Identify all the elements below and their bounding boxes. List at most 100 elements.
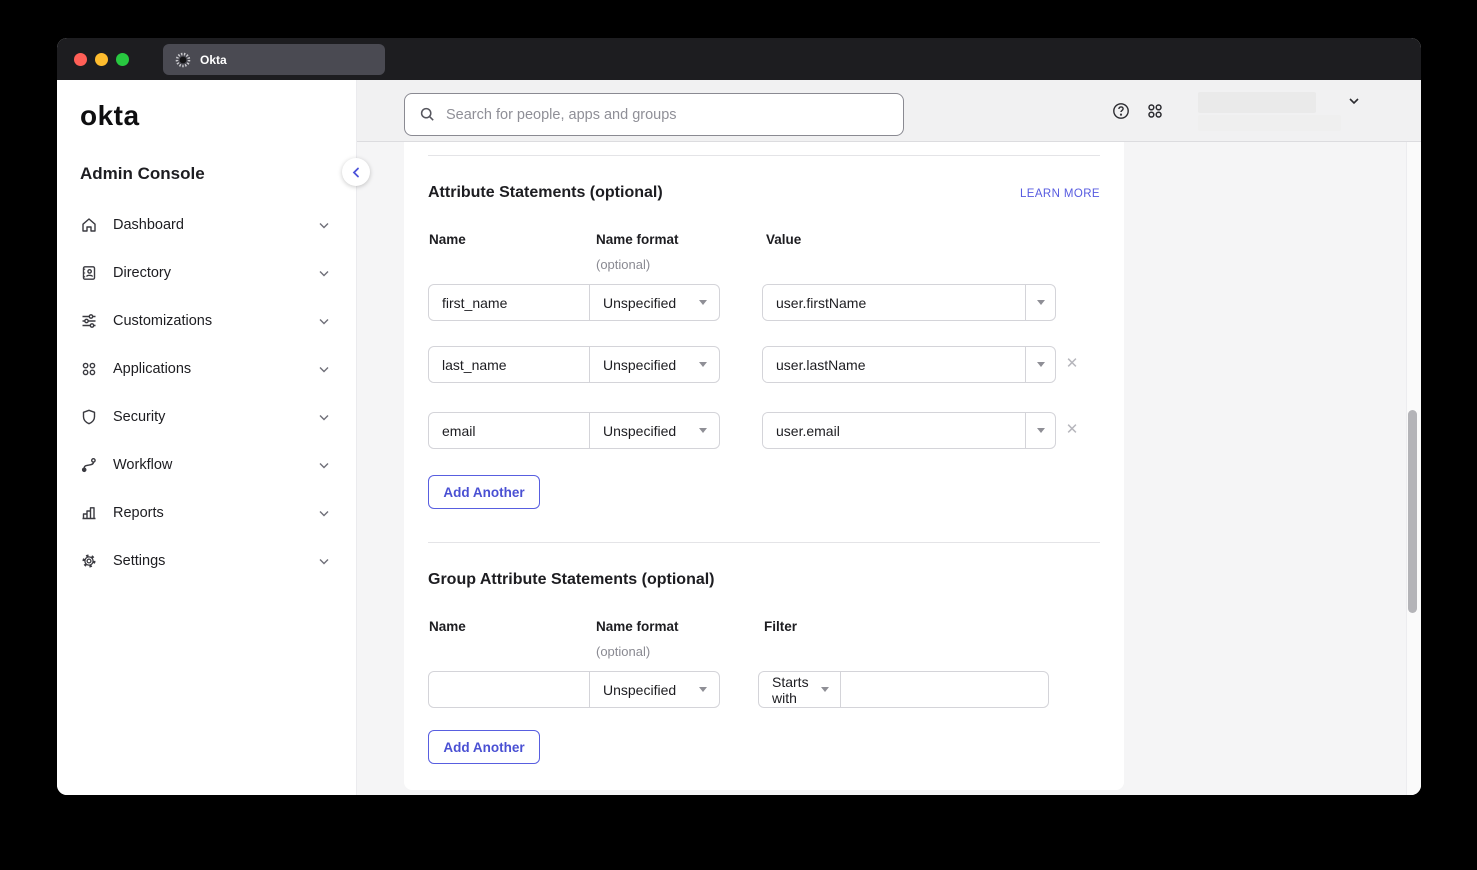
name-format-value: Unspecified — [603, 295, 676, 311]
sidebar-item-applications[interactable]: Applications — [57, 345, 356, 393]
chevron-down-icon — [318, 267, 330, 279]
filter-group: Starts with — [758, 671, 1049, 708]
directory-card-icon — [80, 264, 98, 282]
scrollbar-track[interactable] — [1406, 142, 1421, 795]
chevron-down-icon — [318, 507, 330, 519]
admin-console-title: Admin Console — [57, 164, 356, 184]
remove-row-button[interactable]: ✕ — [1062, 354, 1082, 374]
sidebar-item-security[interactable]: Security — [57, 393, 356, 441]
name-format-select[interactable]: Unspecified — [590, 672, 719, 707]
column-header-name: Name — [429, 619, 466, 634]
dropdown-arrow-icon — [1037, 300, 1045, 305]
chevron-left-icon — [351, 167, 362, 178]
page-content: Attribute Statements (optional) LEARN MO… — [357, 142, 1421, 795]
apps-dots-icon — [80, 360, 98, 378]
apps-grid-icon — [1145, 101, 1165, 121]
chevron-down-icon — [1347, 94, 1361, 108]
attribute-name-input[interactable] — [429, 285, 590, 320]
name-format-group: Unspecified — [428, 671, 720, 708]
column-header-name: Name — [429, 232, 466, 247]
add-another-group-attribute-button[interactable]: Add Another — [428, 730, 540, 764]
okta-logo: okta — [57, 100, 356, 132]
add-another-attribute-button[interactable]: Add Another — [428, 475, 540, 509]
column-note-optional: (optional) — [596, 257, 650, 272]
learn-more-link[interactable]: LEARN MORE — [1020, 188, 1100, 200]
sidebar-item-label: Workflow — [113, 457, 318, 473]
browser-tab-okta[interactable]: Okta — [163, 44, 385, 75]
attribute-value-input[interactable] — [763, 285, 1025, 320]
remove-row-button[interactable]: ✕ — [1062, 420, 1082, 440]
sidebar-item-reports[interactable]: Reports — [57, 489, 356, 537]
name-format-select[interactable]: Unspecified — [590, 347, 719, 382]
group-attribute-statements-title: Group Attribute Statements (optional) — [428, 571, 715, 589]
group-name-input[interactable] — [429, 672, 590, 707]
name-format-group: Unspecified — [428, 346, 720, 383]
attribute-name-input[interactable] — [429, 347, 590, 382]
sidebar-item-customizations[interactable]: Customizations — [57, 297, 356, 345]
sidebar-item-label: Applications — [113, 361, 318, 377]
workflow-icon — [80, 456, 98, 474]
value-dropdown-toggle[interactable] — [1025, 347, 1055, 382]
chevron-down-icon — [318, 363, 330, 375]
divider — [428, 155, 1100, 156]
filter-type-select[interactable]: Starts with — [759, 672, 841, 707]
sidebar-item-settings[interactable]: Settings — [57, 537, 356, 585]
sidebar-item-label: Directory — [113, 265, 318, 281]
divider — [428, 542, 1100, 543]
sidebar-item-label: Reports — [113, 505, 318, 521]
value-combobox — [762, 284, 1056, 321]
dropdown-arrow-icon — [699, 687, 707, 692]
search-icon — [419, 106, 436, 123]
sidebar-item-label: Security — [113, 409, 318, 425]
chevron-down-icon — [318, 411, 330, 423]
top-header — [357, 80, 1421, 142]
close-window-button[interactable] — [74, 53, 87, 66]
help-button[interactable] — [1104, 94, 1138, 128]
dropdown-arrow-icon — [1037, 362, 1045, 367]
dropdown-arrow-icon — [699, 428, 707, 433]
value-combobox — [762, 346, 1056, 383]
dropdown-arrow-icon — [1037, 428, 1045, 433]
name-format-select[interactable]: Unspecified — [590, 413, 719, 448]
dropdown-arrow-icon — [699, 300, 707, 305]
minimize-window-button[interactable] — [95, 53, 108, 66]
chevron-down-icon — [318, 459, 330, 471]
browser-window: Okta okta Admin Console Dashboard — [57, 38, 1421, 795]
sidebar-item-workflow[interactable]: Workflow — [57, 441, 356, 489]
column-header-filter: Filter — [764, 619, 797, 634]
chevron-down-icon — [318, 315, 330, 327]
value-dropdown-toggle[interactable] — [1025, 285, 1055, 320]
traffic-lights — [74, 53, 129, 66]
global-search[interactable] — [404, 93, 904, 136]
value-dropdown-toggle[interactable] — [1025, 413, 1055, 448]
sidebar-item-dashboard[interactable]: Dashboard — [57, 201, 356, 249]
sidebar-item-directory[interactable]: Directory — [57, 249, 356, 297]
apps-menu-button[interactable] — [1138, 94, 1172, 128]
sidebar-collapse-button[interactable] — [342, 158, 370, 186]
dropdown-arrow-icon — [821, 687, 829, 692]
chevron-down-icon — [318, 219, 330, 231]
sidebar: okta Admin Console Dashboard — [57, 80, 357, 795]
sidebar-item-label: Customizations — [113, 313, 318, 329]
scrollbar-thumb[interactable] — [1408, 410, 1417, 613]
user-account-menu[interactable] — [1198, 92, 1361, 131]
window-titlebar: Okta — [57, 38, 1421, 80]
value-combobox — [762, 412, 1056, 449]
tab-title: Okta — [200, 53, 227, 67]
zoom-window-button[interactable] — [116, 53, 129, 66]
name-format-select[interactable]: Unspecified — [590, 285, 719, 320]
help-icon — [1111, 101, 1131, 121]
attribute-statements-title: Attribute Statements (optional) — [428, 184, 663, 202]
name-format-value: Unspecified — [603, 423, 676, 439]
attribute-name-input[interactable] — [429, 413, 590, 448]
search-input[interactable] — [446, 107, 903, 123]
attribute-value-input[interactable] — [763, 347, 1025, 382]
filter-value-input[interactable] — [841, 672, 1048, 707]
name-format-value: Unspecified — [603, 682, 676, 698]
user-name-redacted — [1198, 92, 1316, 113]
filter-type-value: Starts with — [772, 674, 821, 706]
bar-chart-icon — [80, 504, 98, 522]
attribute-value-input[interactable] — [763, 413, 1025, 448]
gear-icon — [80, 552, 98, 570]
sidebar-item-label: Settings — [113, 553, 318, 569]
